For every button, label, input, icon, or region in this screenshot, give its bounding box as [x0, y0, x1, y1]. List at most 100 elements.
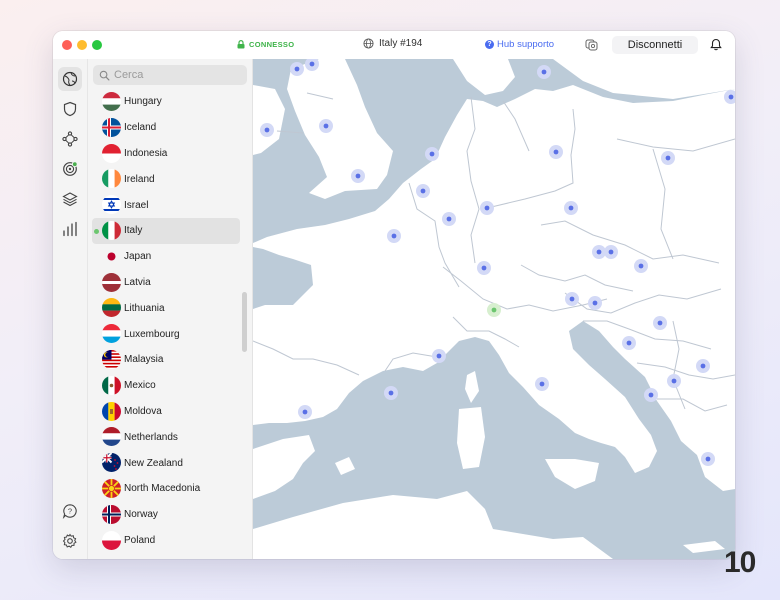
- server-name: Italy #194: [379, 38, 423, 49]
- server-pin[interactable]: [477, 261, 491, 275]
- server-pin[interactable]: [387, 229, 401, 243]
- country-row-mexico[interactable]: Mexico: [92, 373, 240, 399]
- server-pin[interactable]: [661, 151, 675, 165]
- disconnect-button[interactable]: Disconnetti: [612, 36, 698, 54]
- lock-icon: [237, 40, 245, 49]
- country-row-norway[interactable]: Norway: [92, 502, 240, 528]
- server-pin[interactable]: [564, 201, 578, 215]
- server-pin[interactable]: [537, 65, 551, 79]
- country-name: New Zealand: [124, 457, 183, 469]
- server-pin[interactable]: [565, 292, 579, 306]
- country-row-luxembourg[interactable]: Luxembourg: [92, 321, 240, 347]
- land-iberia-east: [253, 435, 315, 499]
- server-pin[interactable]: [416, 184, 430, 198]
- north-macedonia-flag-icon: [102, 478, 121, 498]
- country-name: Netherlands: [124, 431, 178, 443]
- country-row-japan[interactable]: Japan: [92, 244, 240, 270]
- nav-layers-icon[interactable]: [58, 187, 82, 211]
- nav-meshnet-icon[interactable]: [58, 127, 82, 151]
- nav-rail: ?: [53, 59, 88, 559]
- country-row-iceland[interactable]: Iceland: [92, 115, 240, 141]
- search-icon: [99, 70, 110, 80]
- server-pin[interactable]: [653, 316, 667, 330]
- country-name: North Macedonia: [124, 483, 201, 495]
- country-row-lithuania[interactable]: Lithuania: [92, 295, 240, 321]
- server-pin[interactable]: [442, 212, 456, 226]
- country-row-north-macedonia[interactable]: North Macedonia: [92, 476, 240, 502]
- land-sicily: [545, 459, 599, 489]
- norway-flag-icon: [102, 504, 121, 524]
- country-row-poland[interactable]: Poland: [92, 528, 240, 554]
- server-pin[interactable]: [351, 169, 365, 183]
- server-pin[interactable]: [298, 405, 312, 419]
- notifications-bell-icon[interactable]: [710, 38, 722, 56]
- server-pin[interactable]: [622, 336, 636, 350]
- connected-location-pin[interactable]: [487, 303, 501, 317]
- nav-threat-protection-icon[interactable]: [58, 157, 82, 181]
- server-pin[interactable]: [549, 145, 563, 159]
- list-scrollbar[interactable]: [242, 292, 247, 352]
- country-name: Lithuania: [124, 302, 165, 314]
- connected-indicator: [94, 228, 99, 234]
- server-map[interactable]: − +: [253, 59, 735, 559]
- country-row-hungary[interactable]: Hungary: [92, 89, 240, 115]
- server-pin[interactable]: [432, 349, 446, 363]
- brand-logo: 10: [724, 546, 756, 579]
- nav-countries-globe-icon[interactable]: [58, 67, 82, 91]
- country-row-indonesia[interactable]: Indonesia: [92, 141, 240, 167]
- titlebar: CONNESSO Italy #194 ? Hub supporto Disco…: [53, 31, 735, 59]
- land-crete: [683, 541, 725, 553]
- country-row-new-zealand[interactable]: New Zealand: [92, 450, 240, 476]
- help-label: Hub supporto: [497, 39, 555, 50]
- country-row-ireland[interactable]: Ireland: [92, 166, 240, 192]
- netherlands-flag-icon: [102, 427, 121, 447]
- ireland-flag-icon: [102, 169, 121, 189]
- nav-settings-gear-icon[interactable]: [58, 529, 82, 553]
- country-row-israel[interactable]: Israel: [92, 192, 240, 218]
- server-pin[interactable]: [644, 388, 658, 402]
- server-pin[interactable]: [604, 245, 618, 259]
- country-row-malaysia[interactable]: Malaysia: [92, 347, 240, 373]
- server-pin[interactable]: [696, 359, 710, 373]
- country-name: Malaysia: [124, 354, 164, 366]
- screen-share-icon[interactable]: [585, 38, 598, 56]
- country-row-italy[interactable]: Italy: [92, 217, 240, 244]
- server-pin[interactable]: [384, 386, 398, 400]
- europe-map: [253, 59, 735, 559]
- search-field[interactable]: Cerca: [93, 65, 247, 85]
- server-pin[interactable]: [480, 201, 494, 215]
- server-pin[interactable]: [634, 259, 648, 273]
- help-center-link[interactable]: ? Hub supporto: [485, 39, 554, 50]
- close-window-button[interactable]: [62, 40, 72, 50]
- server-pin[interactable]: [290, 62, 304, 76]
- country-name: Hungary: [124, 96, 162, 108]
- server-pin[interactable]: [319, 119, 333, 133]
- country-row-moldova[interactable]: Moldova: [92, 399, 240, 425]
- zoom-window-button[interactable]: [92, 40, 102, 50]
- lithuania-flag-icon: [102, 298, 121, 318]
- server-pin[interactable]: [588, 296, 602, 310]
- land-great-britain: [287, 59, 393, 199]
- country-name: Ireland: [124, 173, 155, 185]
- server-pin[interactable]: [592, 245, 606, 259]
- minimize-window-button[interactable]: [77, 40, 87, 50]
- new-zealand-flag-icon: [102, 453, 121, 473]
- server-pin[interactable]: [667, 374, 681, 388]
- hungary-flag-icon: [102, 92, 121, 111]
- country-name: Indonesia: [124, 147, 168, 159]
- iceland-flag-icon: [102, 117, 121, 137]
- nav-stats-icon[interactable]: [58, 217, 82, 241]
- nav-support-chat-icon[interactable]: ?: [58, 499, 82, 523]
- land-scandinavia: [453, 59, 515, 95]
- country-row-netherlands[interactable]: Netherlands: [92, 424, 240, 450]
- server-pin[interactable]: [425, 147, 439, 161]
- country-row-latvia[interactable]: Latvia: [92, 270, 240, 296]
- server-pin[interactable]: [260, 123, 274, 137]
- search-input[interactable]: Cerca: [114, 69, 143, 81]
- land-north-africa: [253, 491, 613, 559]
- server-pin[interactable]: [535, 377, 549, 391]
- country-name: Japan: [124, 251, 152, 263]
- nav-shield-icon[interactable]: [58, 97, 82, 121]
- server-pin[interactable]: [701, 452, 715, 466]
- italy-flag-icon: [102, 220, 121, 240]
